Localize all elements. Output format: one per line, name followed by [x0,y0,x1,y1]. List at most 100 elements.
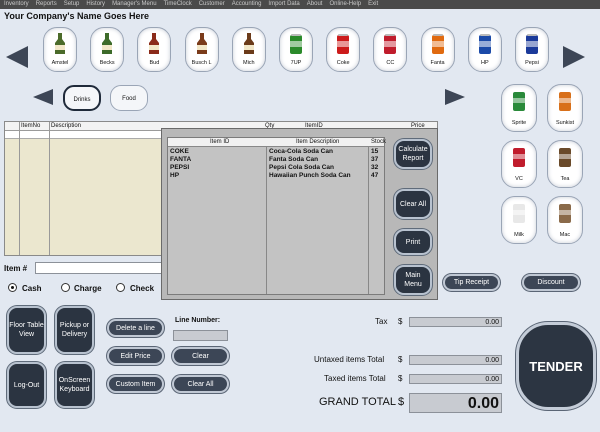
product-label: Sunkist [555,120,575,126]
main-menu-button[interactable]: Main Menu [394,265,432,295]
charge-label: Charge [74,284,102,293]
product-image-icon [55,33,65,54]
side-product-button-1[interactable]: Sunkist [547,84,583,132]
tip-receipt-button[interactable]: Tip Receipt [443,274,500,291]
stock-cell-stock: 32 [371,164,379,171]
check-radio[interactable] [116,283,125,292]
custom-item-button[interactable]: Custom Item [107,375,164,393]
menu-import-data[interactable]: Import Data [268,0,299,9]
side-product-button-4[interactable]: Milk [501,196,537,244]
stock-cell-item-description: Coca-Cola Soda Can [269,148,333,155]
stock-cell-item-id: PEPSI [170,164,190,171]
menu-setup[interactable]: Setup [64,0,80,9]
clear-all-button[interactable]: Clear All [172,375,229,393]
product-button-1[interactable]: Becks [90,27,125,72]
category-food[interactable]: Food [110,85,148,111]
grand-total-field: 0.00 [409,393,502,413]
stock-cell-item-description: Fanta Soda Can [269,156,319,163]
untaxed-total-label: Untaxed items Total [314,355,385,364]
tender-button[interactable]: TENDER [516,322,596,410]
cash-label: Cash [22,284,42,293]
product-image-icon [149,33,160,54]
cash-radio[interactable] [8,283,17,292]
taxed-total-field: 0.00 [409,374,502,384]
calculate-report-button[interactable]: Calculate Report [394,139,432,169]
menu-timeclock[interactable]: TimeClock [164,0,192,9]
product-button-6[interactable]: Coke [326,27,361,72]
product-button-8[interactable]: Fanta [420,27,455,72]
stock-cell-item-id: COKE [170,148,189,155]
stock-cell-item-description: Hawaiian Punch Soda Can [269,172,351,179]
product-image-icon [513,204,525,223]
side-product-button-5[interactable]: Mac [547,196,583,244]
product-button-3[interactable]: Busch L [184,27,219,72]
onscreen-keyboard-button[interactable]: OnScreen Keyboard [55,362,94,408]
log-out-button[interactable]: Log-Out [7,362,46,408]
side-product-button-3[interactable]: Tea [547,140,583,188]
line-number-input[interactable] [173,330,228,341]
stock-cell-item-id: HP [170,172,180,179]
product-button-7[interactable]: CC [373,27,408,72]
col-stock: Stock [371,139,387,145]
stock-cell-item-description: Pepsi Cola Soda Can [269,164,335,171]
products-next-arrow-icon[interactable] [563,46,585,68]
product-image-icon [526,34,538,54]
categories-next-arrow-icon[interactable] [445,89,465,105]
tax-value: 0.00 [485,319,499,326]
product-label: Busch L [191,60,212,66]
product-label: CC [386,60,395,66]
col-stock-item-id: Item ID [210,139,230,145]
stock-cell-stock: 47 [371,172,379,179]
product-button-0[interactable]: Amstel [43,27,77,72]
stock-cell-stock: 37 [371,156,379,163]
item-number-input[interactable] [35,262,163,274]
menu-managers-menu[interactable]: Manager's Menu [112,0,157,9]
product-label: Mac [559,232,571,238]
product-label: Tea [560,176,570,182]
edit-price-button[interactable]: Edit Price [107,347,164,365]
discount-button[interactable]: Discount [522,274,580,291]
product-button-5[interactable]: 7UP [279,27,313,72]
pos-window: Inventory Reports Setup History Manager'… [0,0,600,432]
tax-value-field: 0.00 [409,317,502,327]
product-image-icon [243,33,254,54]
charge-radio[interactable] [61,283,70,292]
product-button-9[interactable]: HP [467,27,502,72]
clear-all-report-button[interactable]: Clear All [394,189,432,219]
product-button-2[interactable]: Bud [137,27,172,72]
line-number-label: Line Number: [175,317,221,324]
product-image-icon [559,92,571,111]
menu-about[interactable]: About [307,0,323,9]
product-image-icon [196,33,207,54]
product-button-4[interactable]: Mich [231,27,266,72]
product-image-icon [431,34,444,54]
clear-button[interactable]: Clear [172,347,229,365]
untaxed-currency: $ [398,355,403,364]
product-label: Amstel [51,60,69,66]
check-label: Check [130,284,155,293]
product-label: Becks [99,60,115,66]
delete-line-button[interactable]: Delete a line [107,319,164,337]
taxed-total-value: 0.00 [485,376,499,383]
menu-accounting[interactable]: Accounting [232,0,262,9]
product-button-10[interactable]: Pepsi [515,27,549,72]
menu-reports[interactable]: Reports [36,0,57,9]
menu-online-help[interactable]: Online-Help [329,0,361,9]
product-label: HP [480,60,489,66]
company-name: Your Company's Name Goes Here [4,11,150,21]
menu-exit[interactable]: Exit [368,0,378,9]
pickup-delivery-button[interactable]: Pickup or Delivery [55,306,94,354]
taxed-currency: $ [398,374,403,383]
side-product-button-2[interactable]: VC [501,140,537,188]
menu-inventory[interactable]: Inventory [4,0,29,9]
product-label: Mich [242,60,255,66]
products-prev-arrow-icon[interactable] [6,46,28,68]
floor-table-view-button[interactable]: Floor Table View [7,306,46,354]
menu-customer[interactable]: Customer [199,0,225,9]
side-product-button-0[interactable]: Sprite [501,84,537,132]
category-drinks[interactable]: Drinks [63,85,101,111]
categories-prev-arrow-icon[interactable] [33,89,53,105]
print-button[interactable]: Print [394,229,432,255]
product-image-icon [559,204,571,223]
menu-history[interactable]: History [86,0,105,9]
